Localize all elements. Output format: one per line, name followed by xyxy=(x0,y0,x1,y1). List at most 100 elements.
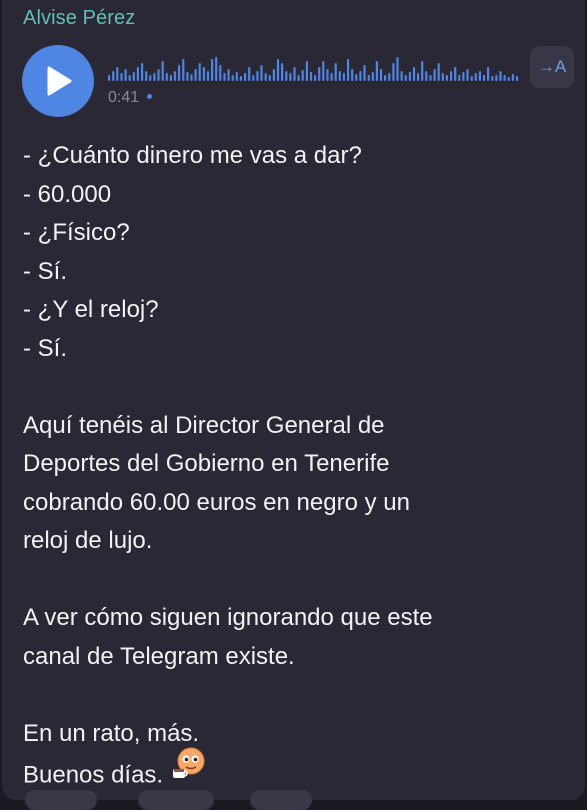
waveform-bar xyxy=(231,75,234,81)
waveform-bar xyxy=(186,72,189,81)
reaction-chip[interactable] xyxy=(25,790,97,810)
waveform-bar xyxy=(478,71,481,81)
waveform-bar xyxy=(314,75,317,81)
waveform-bar xyxy=(128,75,131,81)
voice-duration: 0:41 xyxy=(108,89,153,107)
waveform-bar xyxy=(408,72,411,81)
waveform-bar xyxy=(355,74,358,81)
waveform-bar xyxy=(429,75,432,81)
waveform-bar xyxy=(239,76,242,81)
waveform-bar xyxy=(342,73,345,81)
message-bubble: Alvise Pérez 0:41 →A - ¿Cuánto dinero me… xyxy=(2,0,585,800)
waveform-bar xyxy=(334,63,337,81)
waveform-bar xyxy=(161,61,164,81)
text-line: Deportes del Gobierno en Tenerife xyxy=(23,450,390,477)
waveform-bar xyxy=(470,76,473,81)
waveform-bar xyxy=(227,69,230,81)
transcribe-button[interactable]: →A xyxy=(530,46,574,88)
text-line: - Sí. xyxy=(23,334,68,362)
text-line: Aquí tenéis al Director General de xyxy=(23,411,385,439)
waveform-bar xyxy=(462,72,465,81)
text-line: A ver cómo siguen ignorando que este xyxy=(23,604,433,631)
waveform-bar xyxy=(149,75,152,81)
reaction-chip[interactable] xyxy=(138,790,214,810)
waveform-bar xyxy=(437,63,440,81)
waveform-bar xyxy=(264,73,267,81)
waveform-bar xyxy=(384,75,387,81)
text-line: - ¿Y el reloj? xyxy=(23,296,159,323)
waveform-bar xyxy=(248,67,251,81)
waveform-bar xyxy=(244,73,247,81)
waveform-bar xyxy=(425,71,428,81)
unread-dot xyxy=(147,94,153,100)
text-line: - 60.000 xyxy=(23,180,112,208)
text-line: Buenos días. xyxy=(23,761,164,789)
waveform-bar xyxy=(367,75,370,81)
waveform-bar xyxy=(404,75,407,81)
waveform-bar xyxy=(450,71,453,81)
waveform-bar xyxy=(392,63,395,81)
text-line-last: Buenos días. xyxy=(23,747,568,792)
waveform-bar xyxy=(256,71,259,81)
waveform-bar xyxy=(351,69,354,81)
waveform-bar xyxy=(202,67,205,81)
waveform-bar xyxy=(503,75,506,81)
waveform-bar xyxy=(178,65,181,81)
waveform-bar xyxy=(318,67,321,81)
waveform-bar xyxy=(198,63,201,81)
voice-waveform[interactable] xyxy=(108,57,520,81)
text-line: - ¿Cuánto dinero me vas a dar? xyxy=(23,142,362,169)
text-line: En un rato, más. xyxy=(23,719,200,747)
waveform-bar xyxy=(421,61,424,81)
waveform-bar xyxy=(260,65,263,81)
waveform-bar xyxy=(285,71,288,81)
waveform-bar xyxy=(215,57,218,81)
reactions-bar xyxy=(0,790,587,810)
waveform-bar xyxy=(235,72,238,81)
waveform-bar xyxy=(190,74,193,81)
waveform-bar xyxy=(466,69,469,81)
play-button[interactable] xyxy=(22,45,94,117)
waveform-bar xyxy=(112,71,115,81)
reaction-chip[interactable] xyxy=(250,790,312,810)
waveform-bar xyxy=(252,75,255,81)
waveform-bar xyxy=(326,69,329,81)
waveform-bar xyxy=(289,73,292,81)
waveform-bar xyxy=(482,75,486,81)
waveform-bar xyxy=(120,73,123,81)
waveform-bar xyxy=(132,72,135,81)
waveform-bar xyxy=(515,76,519,81)
waveform-bar xyxy=(173,71,177,81)
waveform-bar xyxy=(359,71,362,81)
waveform-bar xyxy=(474,73,477,81)
text-line: cobrando 60.00 euros en negro y un xyxy=(23,488,410,516)
waveform-bar xyxy=(441,73,444,81)
waveform-bar xyxy=(507,77,510,81)
waveform-bar xyxy=(305,61,308,81)
waveform-bar xyxy=(330,73,333,81)
waveform-bar xyxy=(347,59,350,81)
waveform-bar xyxy=(417,73,420,81)
waveform-bar xyxy=(108,75,111,81)
waveform-bar xyxy=(400,71,403,81)
waveform-bar xyxy=(272,69,275,81)
duration-label: 0:41 xyxy=(108,89,140,106)
waveform-bar xyxy=(388,73,391,81)
waveform-bar xyxy=(211,59,214,81)
waveform-bar xyxy=(379,69,383,81)
waveform-bar xyxy=(433,69,436,81)
waveform-bar xyxy=(153,73,156,81)
waveform-bar xyxy=(495,75,498,81)
text-line: reloj de lujo. xyxy=(23,527,153,554)
message-text: - ¿Cuánto dinero me vas a dar? - 60.000 … xyxy=(23,137,568,792)
waveform-bar xyxy=(454,67,457,81)
waveform-bar xyxy=(322,61,325,81)
coffee-face-emoji xyxy=(171,747,207,794)
waveform-bar xyxy=(293,67,296,81)
waveform-bar xyxy=(375,61,378,81)
sender-name[interactable]: Alvise Pérez xyxy=(23,7,135,30)
waveform-bar xyxy=(206,71,210,81)
